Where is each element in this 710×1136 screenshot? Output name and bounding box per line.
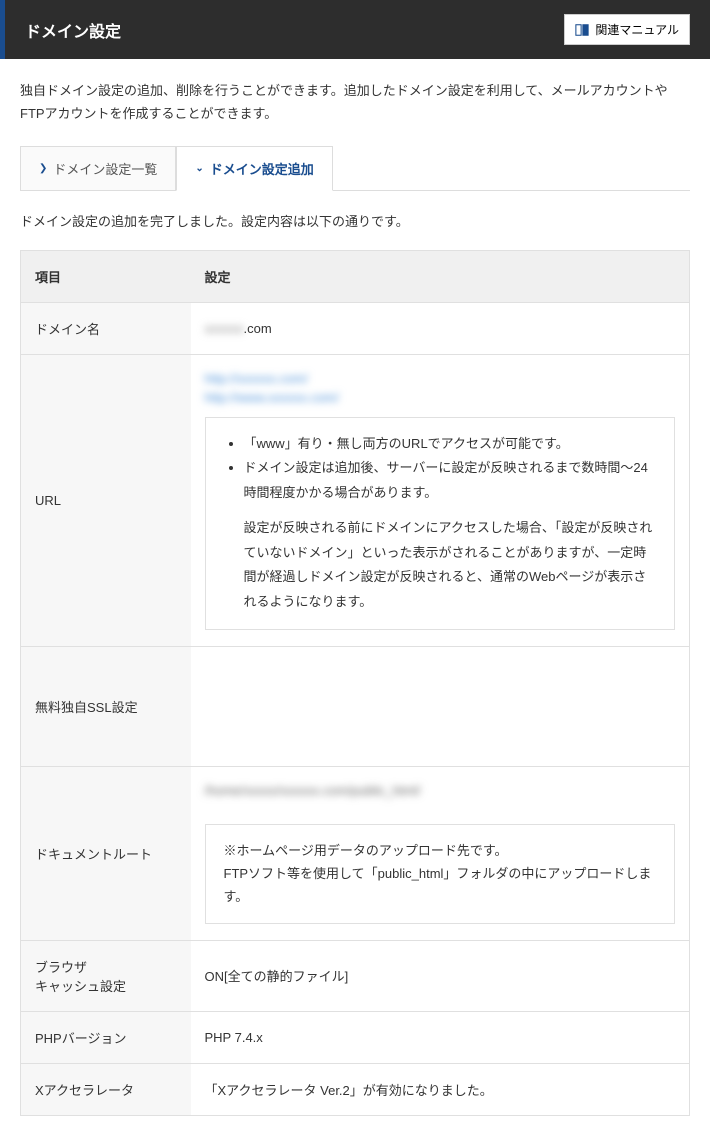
url-link[interactable]: http://xxxxxx.com/ <box>205 371 676 386</box>
tab-label: ドメイン設定一覧 <box>53 159 157 178</box>
url-note-item: ドメイン設定は追加後、サーバーに設定が反映されるまで数時間～24時間程度かかる場… <box>244 456 657 505</box>
row-label: ドメイン名 <box>21 302 191 354</box>
url-note-box: 「www」有り・無し両方のURLでアクセスが可能です。 ドメイン設定は追加後、サ… <box>205 417 676 630</box>
tab-domain-add[interactable]: ⌄ ドメイン設定追加 <box>176 146 332 191</box>
row-label: 無料独自SSL設定 <box>21 646 191 766</box>
docroot-note: ※ホームページ用データのアップロード先です。 <box>224 839 657 862</box>
row-value: xxxxxx.com <box>191 302 690 354</box>
row-ssl: 無料独自SSL設定 <box>21 646 690 766</box>
page-description: 独自ドメイン設定の追加、削除を行うことができます。追加したドメイン設定を利用して… <box>20 79 690 126</box>
book-icon <box>575 23 589 37</box>
chevron-down-icon: ⌄ <box>195 163 203 174</box>
row-label: URL <box>21 354 191 646</box>
row-label: ブラウザ キャッシュ設定 <box>21 940 191 1011</box>
manual-button[interactable]: 関連マニュアル <box>564 14 690 45</box>
row-php: PHPバージョン PHP 7.4.x <box>21 1011 690 1063</box>
row-value: 「Xアクセラレータ Ver.2」が有効になりました。 <box>191 1063 690 1115</box>
row-label: ドキュメントルート <box>21 766 191 940</box>
row-value: /home/xxxxx/xxxxxx.com/public_html/ ※ホーム… <box>191 766 690 940</box>
col-header-setting: 設定 <box>191 250 690 302</box>
main-content: 独自ドメイン設定の追加、削除を行うことができます。追加したドメイン設定を利用して… <box>0 59 710 1136</box>
domain-blurred: xxxxxx <box>205 321 244 336</box>
url-note-item: 「www」有り・無し両方のURLでアクセスが可能です。 <box>244 432 657 457</box>
col-header-item: 項目 <box>21 250 191 302</box>
docroot-note: FTPソフト等を使用して「public_html」フォルダの中にアップロードしま… <box>224 862 657 909</box>
row-cache: ブラウザ キャッシュ設定 ON[全ての静的ファイル] <box>21 940 690 1011</box>
row-xaccel: Xアクセラレータ 「Xアクセラレータ Ver.2」が有効になりました。 <box>21 1063 690 1115</box>
chevron-right-icon: ❯ <box>39 163 47 174</box>
tab-domain-list[interactable]: ❯ ドメイン設定一覧 <box>20 146 176 190</box>
docroot-path-blurred: /home/xxxxx/xxxxxx.com/public_html/ <box>205 783 421 798</box>
tab-label: ドメイン設定追加 <box>210 159 314 178</box>
row-label: Xアクセラレータ <box>21 1063 191 1115</box>
url-links: http://xxxxxx.com/ http://www.xxxxxx.com… <box>205 371 676 405</box>
url-note-text: 設定が反映される前にドメインにアクセスした場合、「設定が反映されていないドメイン… <box>224 516 657 615</box>
page-title: ドメイン設定 <box>25 18 121 42</box>
completion-message: ドメイン設定の追加を完了しました。設定内容は以下の通りです。 <box>20 211 690 230</box>
row-value: ON[全ての静的ファイル] <box>191 940 690 1011</box>
row-value: PHP 7.4.x <box>191 1011 690 1063</box>
row-value: http://xxxxxx.com/ http://www.xxxxxx.com… <box>191 354 690 646</box>
row-value <box>191 646 690 766</box>
docroot-note-box: ※ホームページ用データのアップロード先です。 FTPソフト等を使用して「publ… <box>205 824 676 924</box>
manual-button-label: 関連マニュアル <box>595 21 679 38</box>
url-link[interactable]: http://www.xxxxxx.com/ <box>205 390 676 405</box>
row-url: URL http://xxxxxx.com/ http://www.xxxxxx… <box>21 354 690 646</box>
row-docroot: ドキュメントルート /home/xxxxx/xxxxxx.com/public_… <box>21 766 690 940</box>
row-domain-name: ドメイン名 xxxxxx.com <box>21 302 690 354</box>
row-label: PHPバージョン <box>21 1011 191 1063</box>
page-header: ドメイン設定 関連マニュアル <box>0 0 710 59</box>
settings-table: 項目 設定 ドメイン名 xxxxxx.com URL http://xxxxxx… <box>20 250 690 1116</box>
tab-bar: ❯ ドメイン設定一覧 ⌄ ドメイン設定追加 <box>20 146 690 191</box>
domain-suffix: .com <box>244 321 272 336</box>
